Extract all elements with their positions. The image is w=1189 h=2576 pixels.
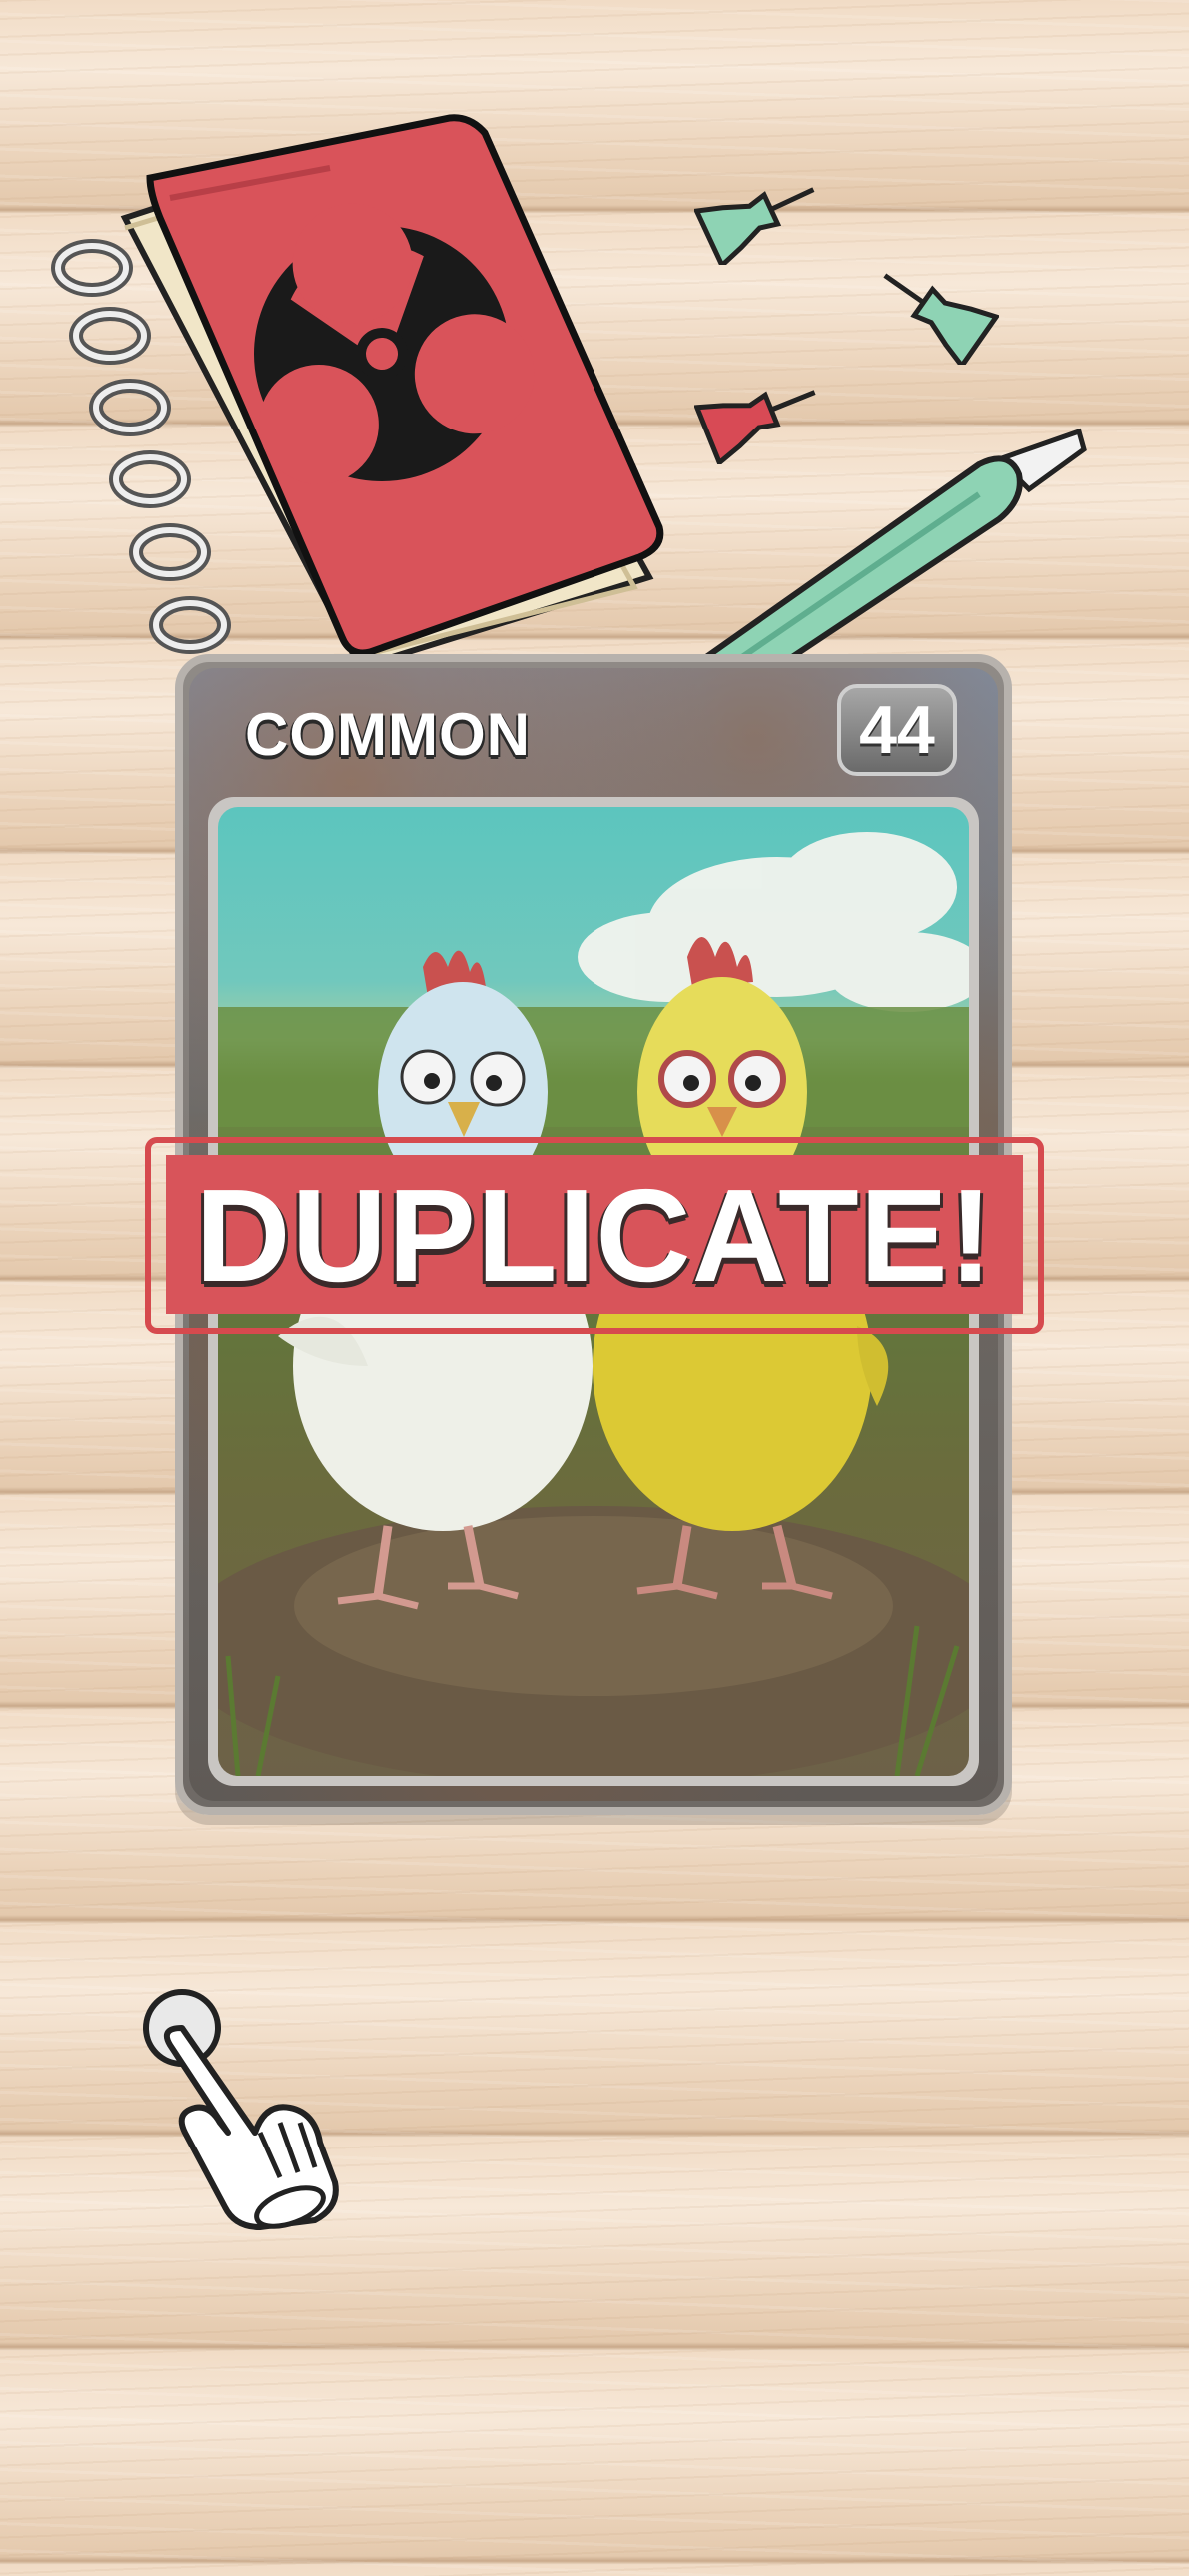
tap-hand-icon[interactable] [140, 1983, 350, 2232]
card-rarity-label: COMMON [245, 701, 531, 768]
utility-knife-icon [681, 428, 1087, 679]
green-pushpin-icon [883, 273, 999, 365]
biohazard-notebook-icon [51, 114, 664, 671]
duplicate-banner-text: DUPLICATE! [195, 1161, 994, 1308]
green-pushpin-icon [694, 187, 815, 265]
card-number-badge: 44 [837, 684, 957, 776]
duplicate-banner: DUPLICATE! [166, 1155, 1023, 1314]
